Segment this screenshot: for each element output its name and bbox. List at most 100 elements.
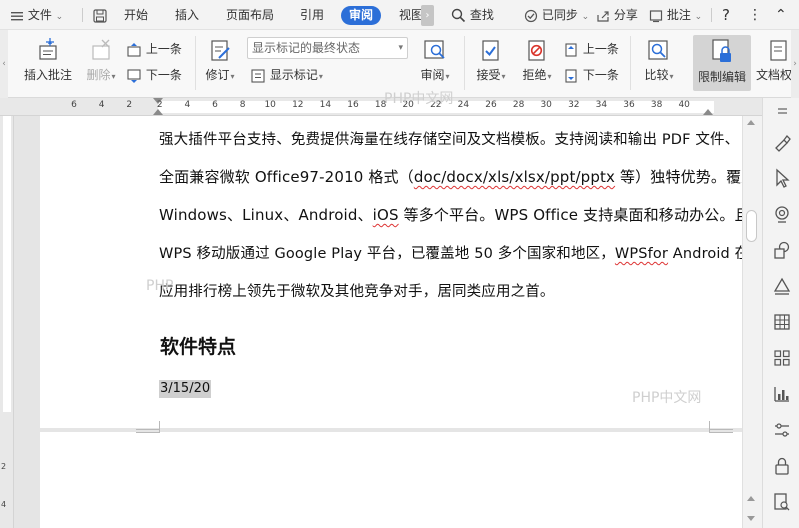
- restrict-editing-button[interactable]: 限制编辑: [693, 35, 751, 91]
- collapse-panel-icon[interactable]: [772, 106, 792, 126]
- comment-menu-label: 批注: [666, 8, 691, 22]
- ruler-number: 6: [212, 100, 218, 110]
- vertical-ruler-number: 2: [1, 462, 7, 471]
- lock-icon[interactable]: [772, 456, 792, 476]
- body-text-line-2: 全面兼容微软 Office97-2010 格式（doc/docx/xls/xls…: [159, 166, 756, 187]
- scrollbar-thumb[interactable]: [746, 210, 757, 242]
- tab-scroll-right-button[interactable]: ›: [421, 5, 434, 26]
- review-pane-button[interactable]: 审阅▾: [416, 38, 454, 83]
- delete-comment-icon: [92, 39, 110, 60]
- collapse-ribbon-button[interactable]: ⌃: [775, 0, 787, 30]
- save-button[interactable]: [92, 0, 108, 30]
- prev-change-label: 上一条: [582, 42, 619, 56]
- delete-comment-button[interactable]: 删除▾: [82, 38, 120, 83]
- tab-start[interactable]: 开始: [124, 0, 148, 30]
- document-search-icon[interactable]: [772, 492, 792, 512]
- accept-change-button[interactable]: 接受▾: [472, 38, 510, 83]
- settings-sliders-icon[interactable]: [772, 420, 792, 440]
- search-button[interactable]: 查找: [451, 0, 494, 30]
- comment-icon: [649, 9, 663, 22]
- vertical-ruler[interactable]: 2 4: [0, 116, 14, 528]
- grid-apps-icon[interactable]: [772, 348, 792, 368]
- date-field[interactable]: 3/15/20: [159, 380, 212, 398]
- comment-menu[interactable]: 批注 ⌄: [649, 0, 702, 30]
- sync-status[interactable]: 已同步 ⌄: [524, 0, 589, 30]
- style-brush-icon[interactable]: [772, 132, 792, 152]
- stamp-icon[interactable]: [772, 204, 792, 224]
- revise-button[interactable]: 修订▾: [201, 38, 239, 83]
- reject-change-button[interactable]: 拒绝▾: [518, 38, 556, 83]
- ruler-number: 4: [98, 100, 105, 110]
- delete-comment-label: 删除: [86, 68, 111, 82]
- right-indent-marker[interactable]: [703, 109, 713, 115]
- chevron-down-icon: ⌄: [55, 12, 64, 22]
- chevron-up-icon: ⌃: [775, 7, 787, 23]
- right-side-panel: [762, 98, 799, 528]
- ruler-number: 36: [623, 100, 635, 110]
- text-run: WPS 移动版通过 Google Play 平台，已覆盖地 50 多个国家和地区…: [159, 246, 615, 262]
- prev-comment-button[interactable]: 上一条: [126, 40, 182, 58]
- chart-icon[interactable]: [772, 384, 792, 404]
- chevron-down-icon: ⌄: [694, 12, 703, 22]
- shape-fill-icon[interactable]: [772, 276, 792, 296]
- share-button[interactable]: 分享: [596, 0, 638, 30]
- prev-comment-label: 上一条: [145, 42, 182, 56]
- body-text-line-1: 强大插件平台支持、免费提供海量在线存储空间及文档模板。支持阅读和输出 PDF 文…: [159, 132, 740, 148]
- document-page-next[interactable]: [40, 432, 742, 528]
- text-run: 等）独特优势。覆盖: [615, 168, 757, 186]
- markup-display-value: 显示标记的最终状态: [252, 41, 361, 55]
- sync-label: 已同步: [541, 8, 578, 22]
- compare-button[interactable]: 比较▾: [640, 38, 678, 83]
- body-text-line-4: WPS 移动版通过 Google Play 平台，已覆盖地 50 多个国家和地区…: [159, 242, 749, 263]
- review-label: 审阅: [420, 68, 445, 82]
- file-menu[interactable]: 文件 ⌄: [10, 0, 63, 30]
- watermark: PHP中文网: [632, 390, 702, 406]
- text-run: 全面兼容微软 Office97-2010 格式（: [159, 168, 414, 186]
- scroll-prev-page-arrow[interactable]: [747, 496, 755, 501]
- more-options-button[interactable]: ⋮: [748, 0, 762, 30]
- spellcheck-text-run: doc/docx/xls/xlsx/ppt/pptx: [413, 168, 616, 186]
- vertical-ruler-text-area: [3, 116, 11, 412]
- next-change-icon: [565, 68, 577, 83]
- tab-references[interactable]: 引用: [300, 0, 324, 30]
- tab-review[interactable]: 审阅: [341, 6, 382, 25]
- body-text-line-3: Windows、Linux、Android、iOS 等多个平台。WPS Offi…: [159, 204, 750, 225]
- tab-insert[interactable]: 插入: [175, 0, 199, 30]
- select-cursor-icon[interactable]: [772, 168, 792, 188]
- ruler-number: 34: [595, 100, 608, 110]
- show-markup-icon: [251, 68, 265, 83]
- ruler-number: 10: [264, 100, 276, 110]
- ruler-number: 40: [678, 100, 690, 110]
- spellcheck-text-run: iOS: [372, 206, 399, 224]
- document-permission-label: 文档权: [756, 68, 793, 82]
- tab-page-layout[interactable]: 页面布局: [226, 0, 274, 30]
- ribbon-scroll-right-button[interactable]: ›: [791, 30, 799, 98]
- ruler-number: 26: [485, 100, 497, 110]
- ruler-number: 38: [650, 100, 663, 110]
- markup-display-select[interactable]: 显示标记的最终状态 ▾: [247, 37, 408, 59]
- insert-comment-button[interactable]: 插入批注: [22, 38, 74, 83]
- ruler-number: 28: [512, 100, 525, 110]
- scroll-up-arrow[interactable]: [747, 120, 755, 125]
- next-change-button[interactable]: 下一条: [563, 66, 619, 84]
- prev-change-button[interactable]: 上一条: [563, 40, 619, 58]
- scroll-down-arrow[interactable]: [747, 516, 755, 521]
- page-corner-mark: [159, 421, 160, 432]
- show-markup-button[interactable]: 显示标记▾: [250, 66, 323, 84]
- document-page[interactable]: [40, 116, 742, 428]
- prev-change-icon: [565, 42, 577, 57]
- ribbon-scroll-left-button[interactable]: ‹: [0, 30, 8, 98]
- next-comment-button[interactable]: 下一条: [126, 66, 182, 84]
- share-label: 分享: [613, 8, 638, 22]
- table-icon[interactable]: [772, 312, 792, 332]
- ruler-number: 30: [540, 100, 552, 110]
- revise-icon: [211, 40, 230, 61]
- insert-comment-label: 插入批注: [23, 68, 72, 82]
- document-permission-icon: [770, 40, 787, 61]
- shapes-icon[interactable]: [772, 240, 792, 260]
- watermark: PHP中文网: [384, 91, 454, 107]
- more-vertical-icon: ⋮: [748, 7, 762, 23]
- help-button[interactable]: ?: [722, 0, 730, 30]
- tab-view[interactable]: 视图: [399, 0, 423, 30]
- vertical-scrollbar[interactable]: [742, 116, 762, 528]
